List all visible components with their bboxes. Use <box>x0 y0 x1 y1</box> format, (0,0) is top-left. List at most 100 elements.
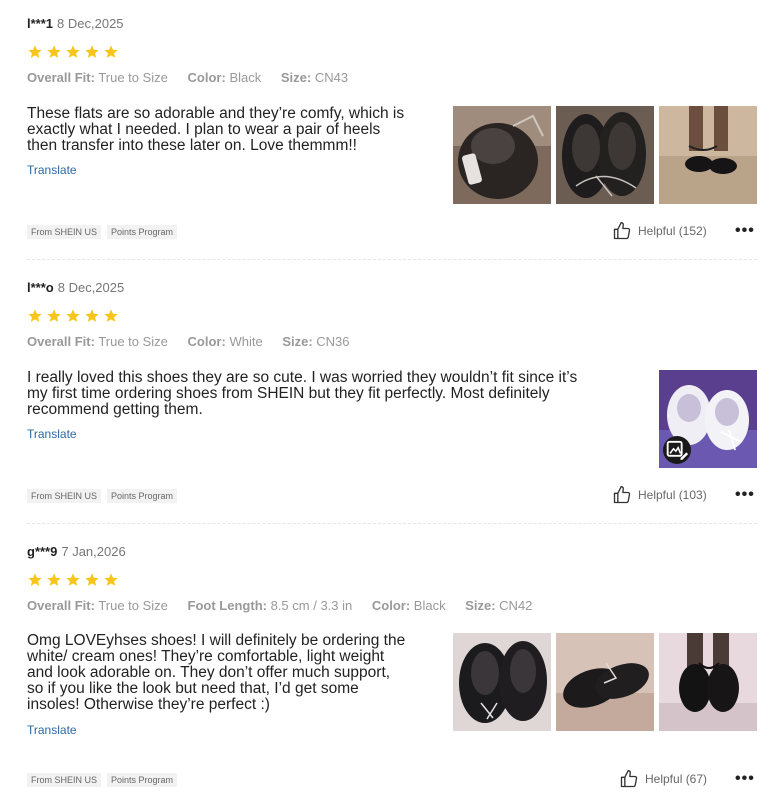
review-photo[interactable] <box>556 633 654 731</box>
review-photo[interactable] <box>453 633 551 731</box>
reviewer-name: l***o <box>27 280 54 295</box>
review-text: Omg LOVEyhses shoes! I will definitely b… <box>27 633 405 713</box>
review-photo[interactable] <box>659 106 757 204</box>
review-attributes: Overall Fit: True to Size Color: Black S… <box>27 70 364 85</box>
translate-link[interactable]: Translate <box>27 723 77 737</box>
helpful-count: Helpful (152) <box>638 224 707 238</box>
attr-value: True to Size <box>98 70 168 85</box>
reviewer-name: l***1 <box>27 16 54 31</box>
star-icon <box>47 45 61 58</box>
review-text-line: recommend getting them. <box>27 401 203 418</box>
attr-key: Overall Fit: <box>27 334 95 349</box>
attr-key: Overall Fit: <box>27 70 95 85</box>
review-date: 7 Jan,2026 <box>61 544 126 559</box>
review-text: These flats are so adorable and they’re … <box>27 106 404 154</box>
review-tags: From SHEIN US Points Program <box>27 489 178 503</box>
attr-key: Color: <box>187 334 226 349</box>
points-tag: Points Program <box>107 225 178 239</box>
review-date: 8 Dec,2025 <box>57 16 124 31</box>
attr-value: CN36 <box>316 334 350 349</box>
star-icon <box>66 45 80 58</box>
attr-value: White <box>229 334 263 349</box>
attr-value: Black <box>229 70 262 85</box>
review-photo[interactable] <box>453 106 551 204</box>
thumbs-up-icon <box>613 222 631 240</box>
attr-value: Black <box>413 598 446 613</box>
star-icon <box>28 309 42 322</box>
review-attributes: Overall Fit: True to Size Color: White S… <box>27 334 366 349</box>
star-icon <box>28 45 42 58</box>
review-text-line: then transfer into these later on. Love … <box>27 137 357 154</box>
helpful-count: Helpful (103) <box>638 488 707 502</box>
review-header: l***o 8 Dec,2025 <box>27 280 124 295</box>
review-header: g***9 7 Jan,2026 <box>27 544 126 559</box>
image-edit-icon <box>663 436 691 464</box>
attr-value: CN43 <box>314 70 349 85</box>
source-tag: From SHEIN US <box>27 773 102 787</box>
star-rating <box>27 308 119 324</box>
attr-value: CN42 <box>499 598 533 613</box>
star-icon <box>47 573 61 586</box>
source-tag: From SHEIN US <box>27 489 102 503</box>
attr-key: Size: <box>280 70 312 85</box>
review-photos <box>659 370 757 468</box>
star-icon <box>104 45 118 58</box>
review-photos <box>453 106 757 204</box>
review-text-line: and look adorable on. They don’t offer m… <box>27 664 391 681</box>
review-divider <box>27 523 757 524</box>
review-text-line: These flats are so adorable and they’re … <box>27 105 405 122</box>
review-text-line: so if you like the look but need that, I… <box>27 680 359 697</box>
more-options-button[interactable]: ••• <box>735 222 755 240</box>
translate-link[interactable]: Translate <box>27 163 77 177</box>
points-tag: Points Program <box>107 773 178 787</box>
star-rating <box>27 44 119 60</box>
review-photos <box>453 633 757 731</box>
star-icon <box>104 573 118 586</box>
star-rating <box>27 572 119 588</box>
more-options-button[interactable]: ••• <box>735 486 755 504</box>
star-icon <box>66 309 80 322</box>
attr-key: Size: <box>282 334 313 349</box>
attr-value: 8.5 cm / 3.3 in <box>270 598 353 613</box>
review-photo[interactable] <box>659 633 757 731</box>
review-photo[interactable] <box>556 106 654 204</box>
star-icon <box>85 45 99 58</box>
source-tag: From SHEIN US <box>27 225 102 239</box>
review-text-line: exactly what I needed. I plan to wear a … <box>27 121 381 138</box>
star-icon <box>104 309 118 322</box>
attr-key: Size: <box>465 598 496 613</box>
attr-key: Foot Length: <box>187 598 267 613</box>
review-text-line: my first time ordering shoes from SHEIN … <box>27 385 550 402</box>
star-icon <box>66 573 80 586</box>
translate-link[interactable]: Translate <box>27 427 77 441</box>
review-text-line: I really loved this shoes they are so cu… <box>27 369 578 386</box>
star-icon <box>28 573 42 586</box>
review-text-line: Omg LOVEyhses shoes! I will definitely b… <box>27 632 406 649</box>
review-divider <box>27 259 757 260</box>
helpful-button[interactable]: Helpful (103) <box>612 485 707 505</box>
thumbs-up-icon <box>620 770 638 788</box>
reviewer-name: g***9 <box>27 544 58 559</box>
attr-value: True to Size <box>98 598 168 613</box>
review-tags: From SHEIN US Points Program <box>27 225 178 239</box>
attr-key: Color: <box>187 70 226 85</box>
review-text-line: insoles! Otherwise they’re perfect :) <box>27 696 270 713</box>
points-tag: Points Program <box>107 489 178 503</box>
review-text-line: white/ cream ones! They’re comfortable, … <box>27 648 385 665</box>
attr-key: Color: <box>371 598 411 613</box>
review-date: 8 Dec,2025 <box>57 280 125 295</box>
helpful-button[interactable]: Helpful (67) <box>619 769 707 789</box>
attr-value: True to Size <box>98 334 168 349</box>
helpful-count: Helpful (67) <box>645 772 708 786</box>
review-text: I really loved this shoes they are so cu… <box>27 370 577 418</box>
review-header: l***1 8 Dec,2025 <box>27 16 124 31</box>
attr-key: Overall Fit: <box>27 598 95 613</box>
star-icon <box>85 309 99 322</box>
review-tags: From SHEIN US Points Program <box>27 773 178 787</box>
star-icon <box>47 309 61 322</box>
star-icon <box>85 573 99 586</box>
helpful-button[interactable]: Helpful (152) <box>612 221 707 241</box>
review-photo[interactable] <box>659 370 757 468</box>
more-options-button[interactable]: ••• <box>735 770 755 788</box>
review-attributes: Overall Fit: True to Size Foot Length: 8… <box>27 598 548 613</box>
